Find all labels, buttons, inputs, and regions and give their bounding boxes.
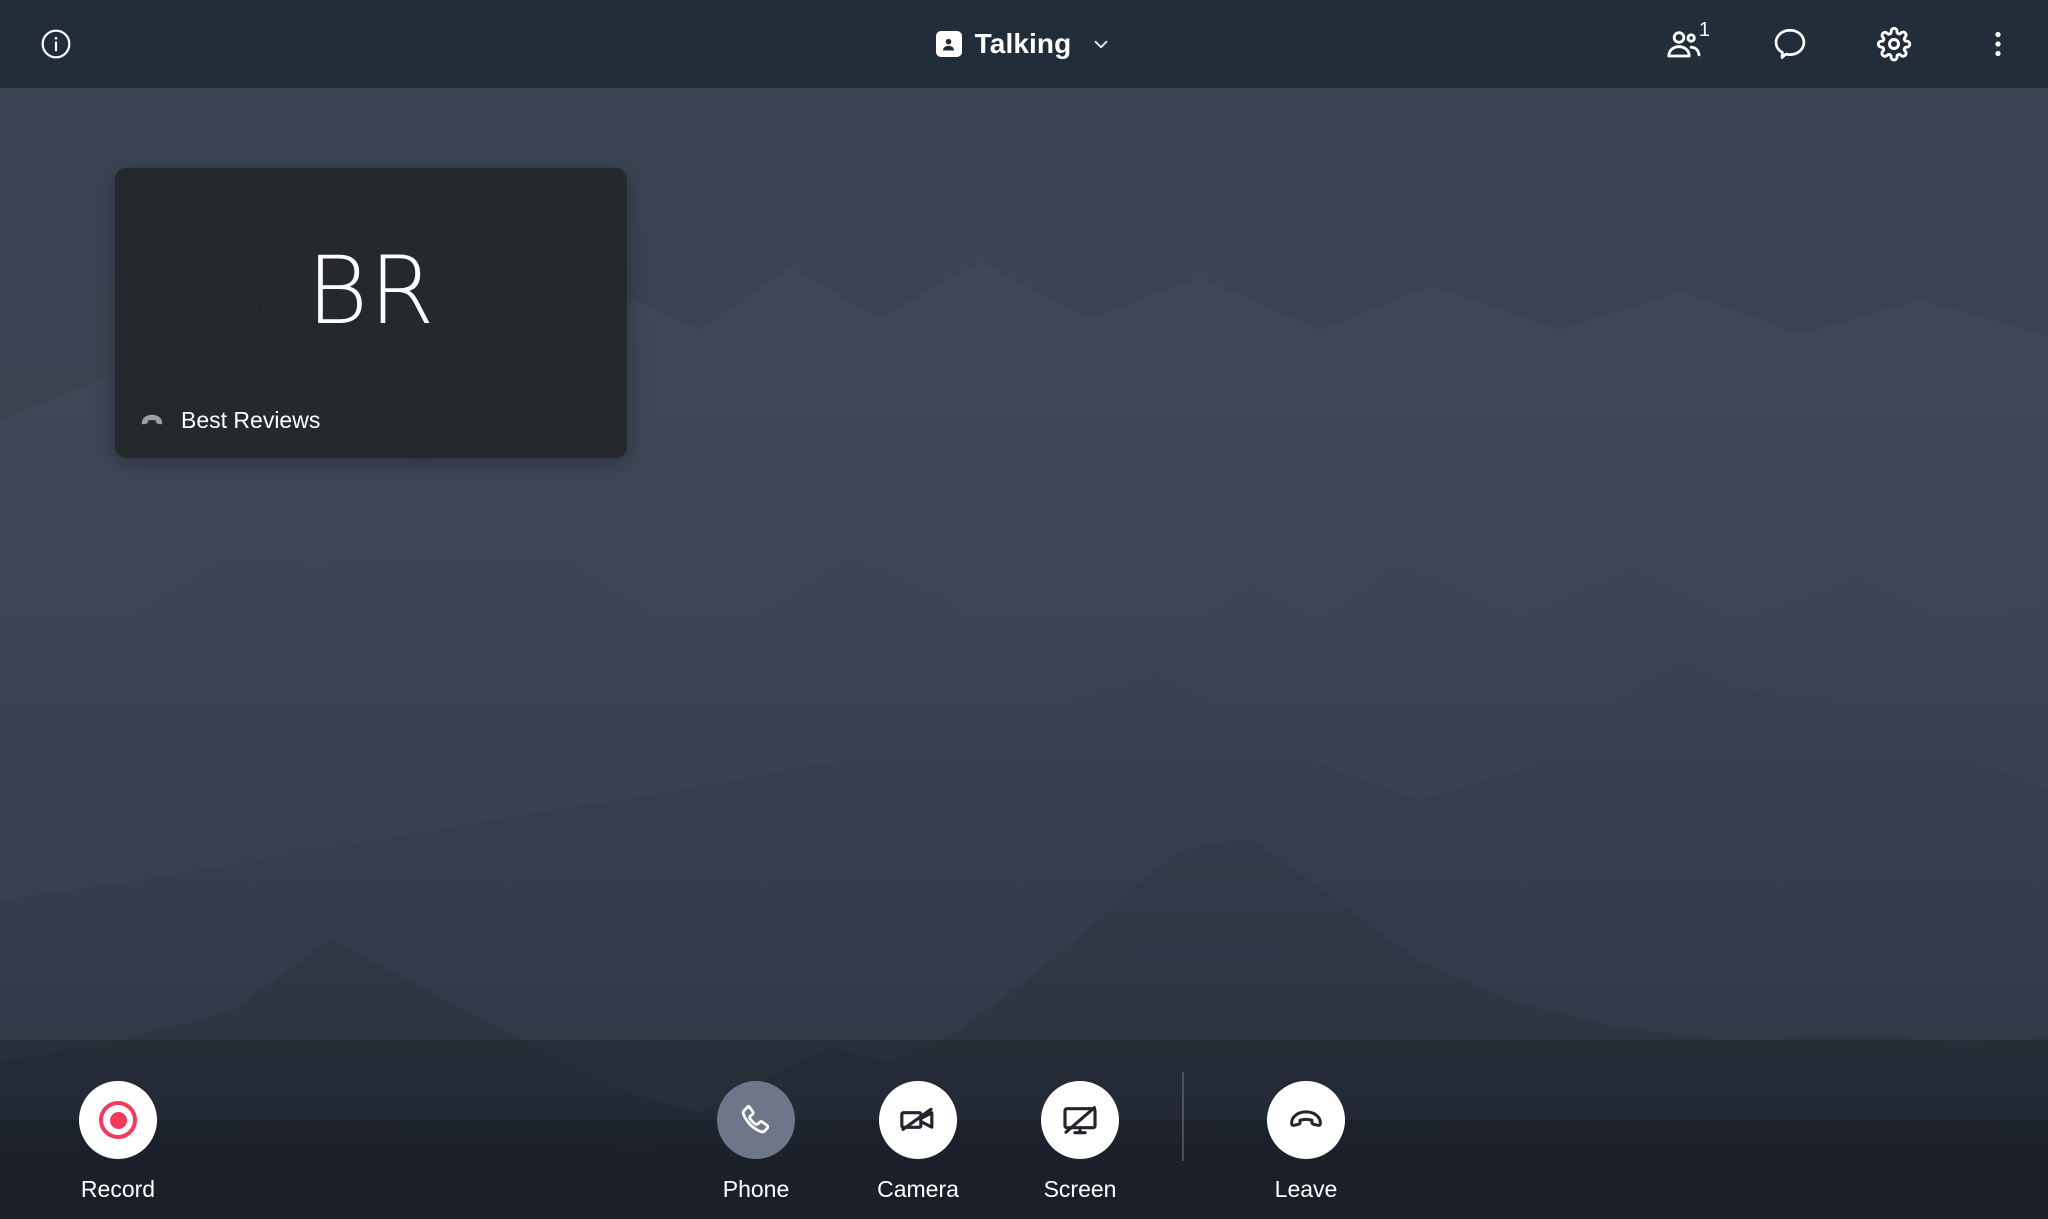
control-group-center: Phone Camera Screen — [704, 1081, 1132, 1201]
phone-handset-icon — [717, 1081, 795, 1159]
participants-icon[interactable]: 1 — [1656, 18, 1712, 70]
phone-handset-icon — [139, 407, 165, 433]
screen-button[interactable]: Screen — [1028, 1081, 1132, 1201]
record-ring — [99, 1101, 137, 1139]
hangup-icon — [1267, 1081, 1345, 1159]
record-dot — [109, 1111, 127, 1129]
leave-button-label: Leave — [1274, 1176, 1338, 1202]
info-circle-icon[interactable] — [30, 18, 82, 70]
person-badge-icon — [935, 31, 962, 57]
chat-bubble-icon[interactable] — [1764, 18, 1816, 70]
phone-button-label: Phone — [722, 1176, 790, 1202]
participants-count-badge: 1 — [1698, 19, 1710, 41]
camera-off-icon — [879, 1081, 957, 1159]
gear-icon[interactable] — [1868, 18, 1920, 70]
record-button-label: Record — [80, 1176, 156, 1202]
header-left-group — [30, 0, 82, 88]
kebab-menu-icon[interactable] — [1972, 18, 2024, 70]
camera-button[interactable]: Camera — [866, 1081, 970, 1201]
camera-button-label: Camera — [877, 1176, 959, 1202]
control-group-left: Record — [66, 1081, 170, 1201]
leave-button[interactable]: Leave — [1254, 1081, 1358, 1201]
call-status-dropdown[interactable]: Talking — [926, 24, 1123, 64]
record-button[interactable]: Record — [66, 1081, 170, 1201]
avatar-initials: BR — [306, 236, 436, 346]
call-status-label: Talking — [974, 28, 1072, 59]
screen-button-label: Screen — [1043, 1176, 1117, 1202]
header-right-group: 1 — [1656, 0, 2024, 88]
tile-footer: Best Reviews — [139, 407, 320, 433]
chevron-down-icon[interactable] — [1090, 33, 1112, 55]
call-header-bar: Talking 1 — [0, 0, 2048, 88]
record-icon — [79, 1081, 157, 1159]
participant-tile[interactable]: BR Best Reviews — [115, 168, 627, 458]
control-group-right: Leave — [1254, 1081, 1358, 1201]
phone-button[interactable]: Phone — [704, 1081, 808, 1201]
participant-name: Best Reviews — [181, 406, 321, 433]
screen-share-off-icon — [1041, 1081, 1119, 1159]
